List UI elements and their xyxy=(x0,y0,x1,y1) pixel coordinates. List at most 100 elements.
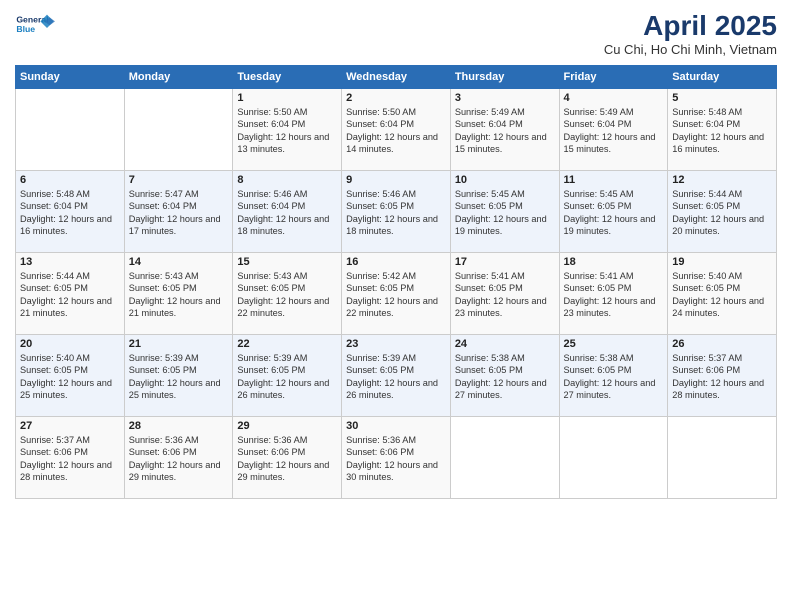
day-number: 14 xyxy=(129,256,229,268)
day-cell: 28Sunrise: 5:36 AM Sunset: 6:06 PM Dayli… xyxy=(124,417,233,499)
logo: General Blue xyxy=(15,10,55,38)
day-cell xyxy=(450,417,559,499)
weekday-header-row: SundayMondayTuesdayWednesdayThursdayFrid… xyxy=(16,66,777,89)
day-number: 19 xyxy=(672,256,772,268)
day-number: 24 xyxy=(455,338,555,350)
day-info: Sunrise: 5:46 AM Sunset: 6:04 PM Dayligh… xyxy=(237,188,337,238)
day-info: Sunrise: 5:43 AM Sunset: 6:05 PM Dayligh… xyxy=(129,270,229,320)
week-row-1: 1 Sunrise: 5:50 AM Sunset: 6:04 PM Daylig… xyxy=(16,89,777,171)
weekday-friday: Friday xyxy=(559,66,668,89)
day-number: 5 xyxy=(672,92,772,104)
day-info: Sunrise: 5:48 AM Sunset: 6:04 PM Dayligh… xyxy=(672,106,772,156)
svg-text:Blue: Blue xyxy=(16,24,35,34)
day-cell: 21 Sunrise: 5:39 AM Sunset: 6:05 PM Dayli… xyxy=(124,335,233,417)
day-info: Sunrise: 5:49 AM Sunset: 6:04 PM Dayligh… xyxy=(564,106,664,156)
day-cell: 12Sunrise: 5:44 AM Sunset: 6:05 PM Dayli… xyxy=(668,171,777,253)
weekday-wednesday: Wednesday xyxy=(342,66,451,89)
day-info: Sunrise: 5:43 AM Sunset: 6:05 PM Dayligh… xyxy=(237,270,337,320)
day-cell: 19 Sunrise: 5:40 AM Sunset: 6:05 PM Dayli… xyxy=(668,253,777,335)
day-number: 21 xyxy=(129,338,229,350)
day-info: Sunrise: 5:39 AM Sunset: 6:05 PM Dayligh… xyxy=(129,352,229,402)
day-cell: 25 Sunrise: 5:38 AM Sunset: 6:05 PM Dayli… xyxy=(559,335,668,417)
day-cell: 6 Sunrise: 5:48 AM Sunset: 6:04 PM Daylig… xyxy=(16,171,125,253)
day-number: 30 xyxy=(346,420,446,432)
day-info: Sunrise: 5:44 AM Sunset: 6:05 PM Dayligh… xyxy=(20,270,120,320)
title-block: April 2025 Cu Chi, Ho Chi Minh, Vietnam xyxy=(604,10,777,57)
week-row-4: 20 Sunrise: 5:40 AM Sunset: 6:05 PM Dayli… xyxy=(16,335,777,417)
weekday-tuesday: Tuesday xyxy=(233,66,342,89)
day-number: 11 xyxy=(564,174,664,186)
day-info: Sunrise: 5:37 AM Sunset: 6:06 PM Dayligh… xyxy=(672,352,772,402)
day-cell: 20 Sunrise: 5:40 AM Sunset: 6:05 PM Dayli… xyxy=(16,335,125,417)
day-cell: 1 Sunrise: 5:50 AM Sunset: 6:04 PM Daylig… xyxy=(233,89,342,171)
day-cell: 14 Sunrise: 5:43 AM Sunset: 6:05 PM Dayli… xyxy=(124,253,233,335)
day-cell: 29Sunrise: 5:36 AM Sunset: 6:06 PM Dayli… xyxy=(233,417,342,499)
day-number: 23 xyxy=(346,338,446,350)
day-cell: 17 Sunrise: 5:41 AM Sunset: 6:05 PM Dayli… xyxy=(450,253,559,335)
day-cell: 22 Sunrise: 5:39 AM Sunset: 6:05 PM Dayli… xyxy=(233,335,342,417)
logo-svg: General Blue xyxy=(15,10,55,38)
day-number: 28 xyxy=(129,420,229,432)
page: General Blue April 2025 Cu Chi, Ho Chi M… xyxy=(0,0,792,612)
day-cell: 10Sunrise: 5:45 AM Sunset: 6:05 PM Dayli… xyxy=(450,171,559,253)
day-cell: 24 Sunrise: 5:38 AM Sunset: 6:05 PM Dayli… xyxy=(450,335,559,417)
day-cell: 3Sunrise: 5:49 AM Sunset: 6:04 PM Daylig… xyxy=(450,89,559,171)
day-cell: 9 Sunrise: 5:46 AM Sunset: 6:05 PM Daylig… xyxy=(342,171,451,253)
day-number: 13 xyxy=(20,256,120,268)
weekday-monday: Monday xyxy=(124,66,233,89)
day-number: 22 xyxy=(237,338,337,350)
day-number: 15 xyxy=(237,256,337,268)
day-cell xyxy=(668,417,777,499)
day-number: 27 xyxy=(20,420,120,432)
day-cell: 15 Sunrise: 5:43 AM Sunset: 6:05 PM Dayli… xyxy=(233,253,342,335)
day-number: 18 xyxy=(564,256,664,268)
day-number: 17 xyxy=(455,256,555,268)
week-row-2: 6 Sunrise: 5:48 AM Sunset: 6:04 PM Daylig… xyxy=(16,171,777,253)
day-cell xyxy=(559,417,668,499)
day-number: 8 xyxy=(237,174,337,186)
day-number: 7 xyxy=(129,174,229,186)
day-cell: 26Sunrise: 5:37 AM Sunset: 6:06 PM Dayli… xyxy=(668,335,777,417)
day-info: Sunrise: 5:41 AM Sunset: 6:05 PM Dayligh… xyxy=(455,270,555,320)
day-info: Sunrise: 5:38 AM Sunset: 6:05 PM Dayligh… xyxy=(564,352,664,402)
day-number: 29 xyxy=(237,420,337,432)
day-info: Sunrise: 5:50 AM Sunset: 6:04 PM Dayligh… xyxy=(237,106,337,156)
day-info: Sunrise: 5:48 AM Sunset: 6:04 PM Dayligh… xyxy=(20,188,120,238)
day-number: 25 xyxy=(564,338,664,350)
day-number: 12 xyxy=(672,174,772,186)
day-number: 20 xyxy=(20,338,120,350)
calendar-table: SundayMondayTuesdayWednesdayThursdayFrid… xyxy=(15,65,777,499)
day-cell: 30 Sunrise: 5:36 AM Sunset: 6:06 PM Dayli… xyxy=(342,417,451,499)
day-info: Sunrise: 5:36 AM Sunset: 6:06 PM Dayligh… xyxy=(346,434,446,484)
day-info: Sunrise: 5:37 AM Sunset: 6:06 PM Dayligh… xyxy=(20,434,120,484)
day-info: Sunrise: 5:39 AM Sunset: 6:05 PM Dayligh… xyxy=(346,352,446,402)
week-row-5: 27 Sunrise: 5:37 AM Sunset: 6:06 PM Dayli… xyxy=(16,417,777,499)
day-info: Sunrise: 5:46 AM Sunset: 6:05 PM Dayligh… xyxy=(346,188,446,238)
day-info: Sunrise: 5:42 AM Sunset: 6:05 PM Dayligh… xyxy=(346,270,446,320)
weekday-sunday: Sunday xyxy=(16,66,125,89)
day-cell: 11Sunrise: 5:45 AM Sunset: 6:05 PM Dayli… xyxy=(559,171,668,253)
day-cell: 27 Sunrise: 5:37 AM Sunset: 6:06 PM Dayli… xyxy=(16,417,125,499)
day-info: Sunrise: 5:50 AM Sunset: 6:04 PM Dayligh… xyxy=(346,106,446,156)
day-number: 9 xyxy=(346,174,446,186)
weekday-saturday: Saturday xyxy=(668,66,777,89)
week-row-3: 13 Sunrise: 5:44 AM Sunset: 6:05 PM Dayli… xyxy=(16,253,777,335)
day-cell: 23 Sunrise: 5:39 AM Sunset: 6:05 PM Dayli… xyxy=(342,335,451,417)
day-cell: 16 Sunrise: 5:42 AM Sunset: 6:05 PM Dayli… xyxy=(342,253,451,335)
day-cell: 13 Sunrise: 5:44 AM Sunset: 6:05 PM Dayli… xyxy=(16,253,125,335)
day-cell: 18 Sunrise: 5:41 AM Sunset: 6:05 PM Dayli… xyxy=(559,253,668,335)
day-info: Sunrise: 5:40 AM Sunset: 6:05 PM Dayligh… xyxy=(672,270,772,320)
day-number: 6 xyxy=(20,174,120,186)
day-info: Sunrise: 5:41 AM Sunset: 6:05 PM Dayligh… xyxy=(564,270,664,320)
day-number: 1 xyxy=(237,92,337,104)
weekday-thursday: Thursday xyxy=(450,66,559,89)
day-cell: 7Sunrise: 5:47 AM Sunset: 6:04 PM Daylig… xyxy=(124,171,233,253)
day-cell xyxy=(124,89,233,171)
day-info: Sunrise: 5:40 AM Sunset: 6:05 PM Dayligh… xyxy=(20,352,120,402)
day-cell: 5 Sunrise: 5:48 AM Sunset: 6:04 PM Daylig… xyxy=(668,89,777,171)
day-number: 16 xyxy=(346,256,446,268)
day-info: Sunrise: 5:39 AM Sunset: 6:05 PM Dayligh… xyxy=(237,352,337,402)
header: General Blue April 2025 Cu Chi, Ho Chi M… xyxy=(15,10,777,57)
day-info: Sunrise: 5:38 AM Sunset: 6:05 PM Dayligh… xyxy=(455,352,555,402)
day-number: 2 xyxy=(346,92,446,104)
